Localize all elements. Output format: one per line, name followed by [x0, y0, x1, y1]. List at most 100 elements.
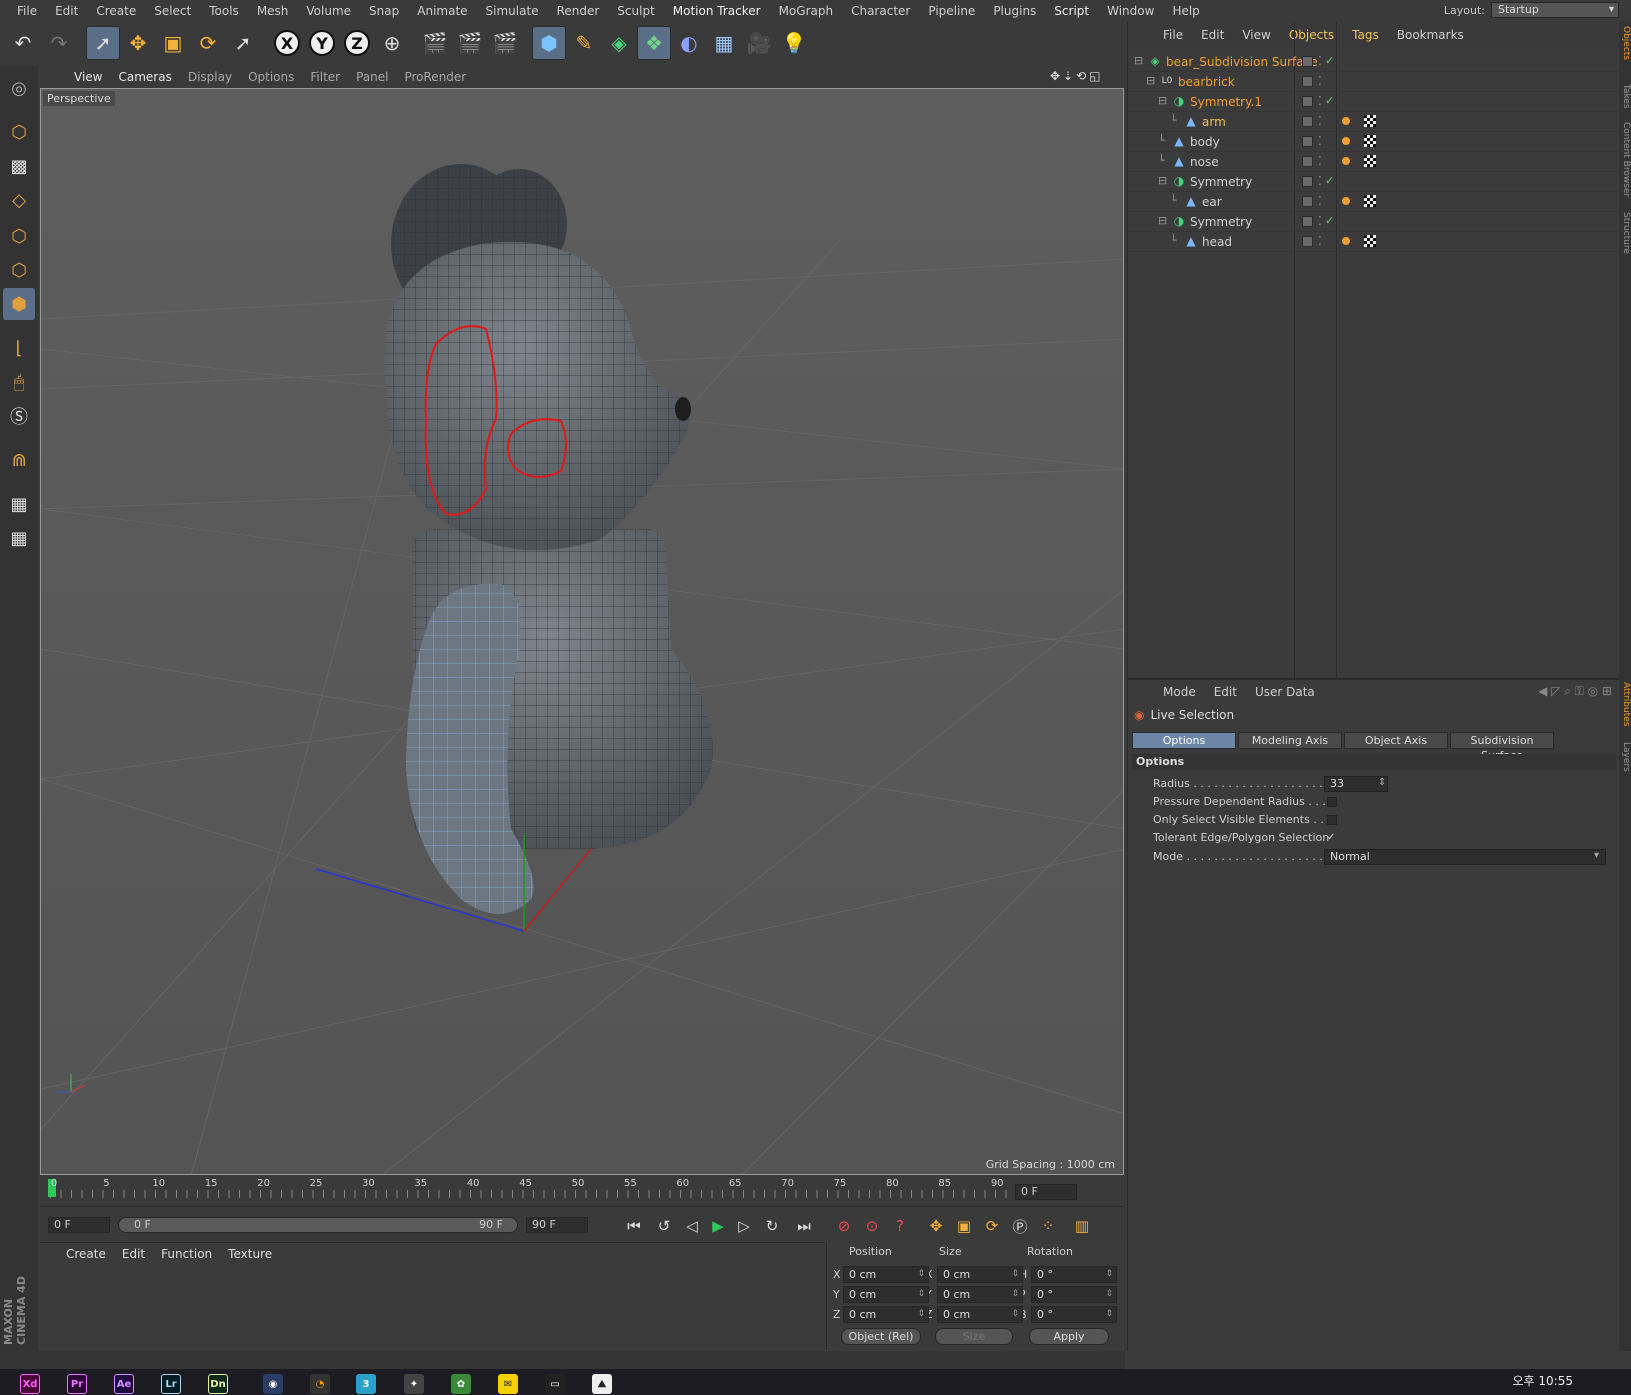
material-menu-create[interactable]: Create — [66, 1247, 106, 1261]
menu-character[interactable]: Character — [842, 4, 919, 18]
magnet-icon[interactable]: ⋒ — [3, 444, 35, 476]
texture-mode-icon[interactable]: ▩ — [3, 150, 35, 182]
key-rotation-icon[interactable]: ⟳ — [980, 1215, 1004, 1237]
material-menu-texture[interactable]: Texture — [228, 1247, 272, 1261]
app3-taskbar-icon[interactable]: 3 — [356, 1374, 376, 1394]
material-tag-icon[interactable] — [1364, 155, 1376, 167]
viewport-menu-cameras[interactable]: Cameras — [110, 70, 179, 84]
enabled-check-icon[interactable]: ✓ — [1325, 174, 1334, 187]
layer-visibility-icon[interactable] — [1302, 136, 1313, 147]
key-scale-icon[interactable]: ▣ — [952, 1215, 976, 1237]
object-row[interactable]: ⊟ ◑ Symmetry.1 ⁚ ✓ — [1128, 92, 1620, 112]
array-cloner-icon[interactable]: ❖ — [637, 26, 671, 60]
rotate-tool-icon[interactable]: ⟳ — [191, 26, 225, 60]
preview-range-slider[interactable]: 0 F 90 F — [118, 1217, 518, 1233]
rotation-field[interactable]: 0 ° — [1031, 1286, 1117, 1303]
attribute-menu-mode[interactable]: Mode — [1154, 685, 1205, 699]
attribute-checkbox[interactable]: ✓ — [1327, 833, 1337, 843]
position-field[interactable]: 0 cm — [843, 1306, 929, 1323]
size-field[interactable]: 0 cm — [937, 1286, 1023, 1303]
menu-volume[interactable]: Volume — [297, 4, 360, 18]
menu-pipeline[interactable]: Pipeline — [919, 4, 984, 18]
menu-plugins[interactable]: Plugins — [984, 4, 1045, 18]
planar-workplane-icon[interactable]: ▦ — [3, 522, 35, 554]
menu-render[interactable]: Render — [548, 4, 609, 18]
material-tag-icon[interactable] — [1364, 115, 1376, 127]
editor-render-dots-icon[interactable]: ⁚ — [1318, 94, 1322, 108]
object-name[interactable]: bear_Subdivision Surface — [1166, 55, 1318, 69]
side-tab-takes[interactable]: Takes — [1619, 84, 1631, 109]
layer-visibility-icon[interactable] — [1302, 196, 1313, 207]
next-frame-icon[interactable]: ▷ — [732, 1215, 756, 1237]
taskbar-app-dn[interactable]: Dn — [208, 1374, 228, 1394]
object-name[interactable]: bearbrick — [1178, 75, 1235, 89]
viewport-menu-options[interactable]: Options — [240, 70, 302, 84]
menu-help[interactable]: Help — [1163, 4, 1208, 18]
y-axis-lock-icon[interactable]: Y — [305, 26, 339, 60]
attribute-tab-object-axis[interactable]: Object Axis — [1344, 732, 1448, 749]
coordinate-system-icon[interactable]: ⊕ — [375, 26, 409, 60]
object-row[interactable]: ⊟ L0 bearbrick ⁚ — [1128, 72, 1620, 92]
viewport-menu-panel[interactable]: Panel — [348, 70, 396, 84]
menu-file[interactable]: File — [8, 4, 46, 18]
goto-end-icon[interactable]: ⏭ — [792, 1215, 816, 1237]
expand-toggle-icon[interactable]: ⊟ — [1158, 174, 1167, 187]
attribute-tab-subdivision-surface[interactable]: Subdivision Surface — [1450, 732, 1554, 762]
camera-icon[interactable]: 🎥 — [742, 26, 776, 60]
side-tab-content-browser[interactable]: Content Browser — [1619, 122, 1631, 197]
side-tab-objects[interactable]: Objects — [1619, 26, 1631, 60]
attribute-checkbox[interactable] — [1327, 815, 1337, 825]
menu-tools[interactable]: Tools — [200, 4, 248, 18]
material-menu-edit[interactable]: Edit — [122, 1247, 145, 1261]
chat-taskbar-icon[interactable]: ✉ — [498, 1374, 518, 1394]
pen-spline-icon[interactable]: ✎ — [567, 26, 601, 60]
render-picture-viewer-icon[interactable]: 🎬 — [453, 26, 487, 60]
editor-render-dots-icon[interactable]: ⁚ — [1318, 114, 1322, 128]
key-position-icon[interactable]: ✥ — [924, 1215, 948, 1237]
object-row[interactable]: └ ▲ arm ⁚ — [1128, 112, 1620, 132]
rotation-field[interactable]: 0 ° — [1031, 1266, 1117, 1283]
menu-select[interactable]: Select — [145, 4, 200, 18]
prev-key-icon[interactable]: ↺ — [652, 1215, 676, 1237]
timeline-ruler[interactable]: 0 5 10 15 20 25 30 35 40 45 50 55 60 65 70 75 80 85 90 0 F — [40, 1176, 1124, 1206]
object-row[interactable]: └ ▲ ear ⁚ — [1128, 192, 1620, 212]
menu-create[interactable]: Create — [87, 4, 145, 18]
material-menu-function[interactable]: Function — [161, 1247, 212, 1261]
key-pla-icon[interactable]: ⁘ — [1036, 1215, 1060, 1237]
object-name[interactable]: ear — [1202, 195, 1222, 209]
expand-toggle-icon[interactable]: ⊟ — [1158, 214, 1167, 227]
prev-frame-icon[interactable]: ◁ — [680, 1215, 704, 1237]
size-mode-select[interactable]: Size — [935, 1328, 1013, 1345]
editor-render-dots-icon[interactable]: ⁚ — [1318, 234, 1322, 248]
menu-mograph[interactable]: MoGraph — [770, 4, 843, 18]
model-mode-icon[interactable]: ⬡ — [3, 116, 35, 148]
workplane-lock-icon[interactable]: ▦ — [3, 488, 35, 520]
subdivision-generator-icon[interactable]: ◈ — [602, 26, 636, 60]
layer-visibility-icon[interactable] — [1302, 176, 1313, 187]
taskbar-app-xd[interactable]: Xd — [20, 1374, 40, 1394]
taskbar-app-ae[interactable]: Ae — [114, 1374, 134, 1394]
side-tab-layers[interactable]: Layers — [1619, 742, 1631, 772]
object-name[interactable]: nose — [1190, 155, 1219, 169]
object-menu-file[interactable]: File — [1154, 28, 1192, 42]
viewport-camera-label[interactable]: Perspective — [43, 91, 115, 106]
coordinate-mode-select[interactable]: Object (Rel) — [841, 1328, 921, 1345]
x-axis-lock-icon[interactable]: X — [270, 26, 304, 60]
position-field[interactable]: 0 cm — [843, 1286, 929, 1303]
app-taskbar-icon[interactable]: ◔ — [310, 1374, 330, 1394]
position-field[interactable]: 0 cm — [843, 1266, 929, 1283]
object-row[interactable]: └ ▲ body ⁚ — [1128, 132, 1620, 152]
current-frame-field[interactable]: 0 F — [1015, 1184, 1077, 1200]
play-icon[interactable]: ▶ — [706, 1215, 730, 1237]
menu-simulate[interactable]: Simulate — [477, 4, 548, 18]
layer-visibility-icon[interactable] — [1302, 116, 1313, 127]
attribute-nav-icons[interactable]: ◀ ◸ ⌕ ⚿ ◎ ⊞ — [1538, 684, 1612, 699]
editor-render-dots-icon[interactable]: ⁚ — [1318, 54, 1322, 68]
object-menu-objects[interactable]: Objects — [1280, 28, 1343, 42]
light-icon[interactable]: 💡 — [777, 26, 811, 60]
viewport-menu-display[interactable]: Display — [180, 70, 240, 84]
expand-toggle-icon[interactable]: └ — [1170, 234, 1177, 247]
render-view-icon[interactable]: 🎬 — [418, 26, 452, 60]
object-menu-edit[interactable]: Edit — [1192, 28, 1233, 42]
move-tool-icon[interactable]: ✥ — [121, 26, 155, 60]
